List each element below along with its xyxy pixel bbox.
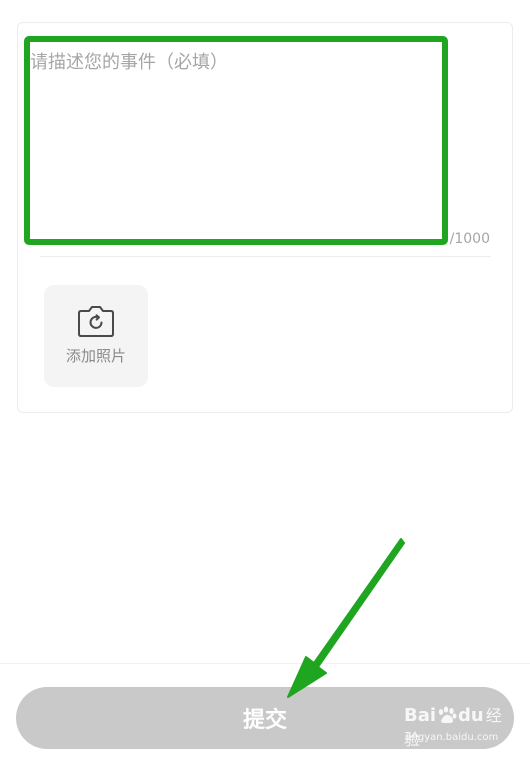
annotation-arrow xyxy=(287,538,405,698)
footer-divider xyxy=(0,663,530,664)
add-photo-button[interactable]: 添加照片 xyxy=(44,285,148,387)
form-divider xyxy=(40,256,491,257)
char-counter: /1000 xyxy=(449,231,490,247)
report-event-page: /1000 添加照片 提交 Bai du经验 jingyan.baidu.com xyxy=(0,0,530,761)
event-description-input[interactable] xyxy=(30,48,440,228)
add-photo-label: 添加照片 xyxy=(65,347,126,365)
camera-icon xyxy=(78,306,114,337)
submit-button[interactable]: 提交 xyxy=(16,687,514,749)
